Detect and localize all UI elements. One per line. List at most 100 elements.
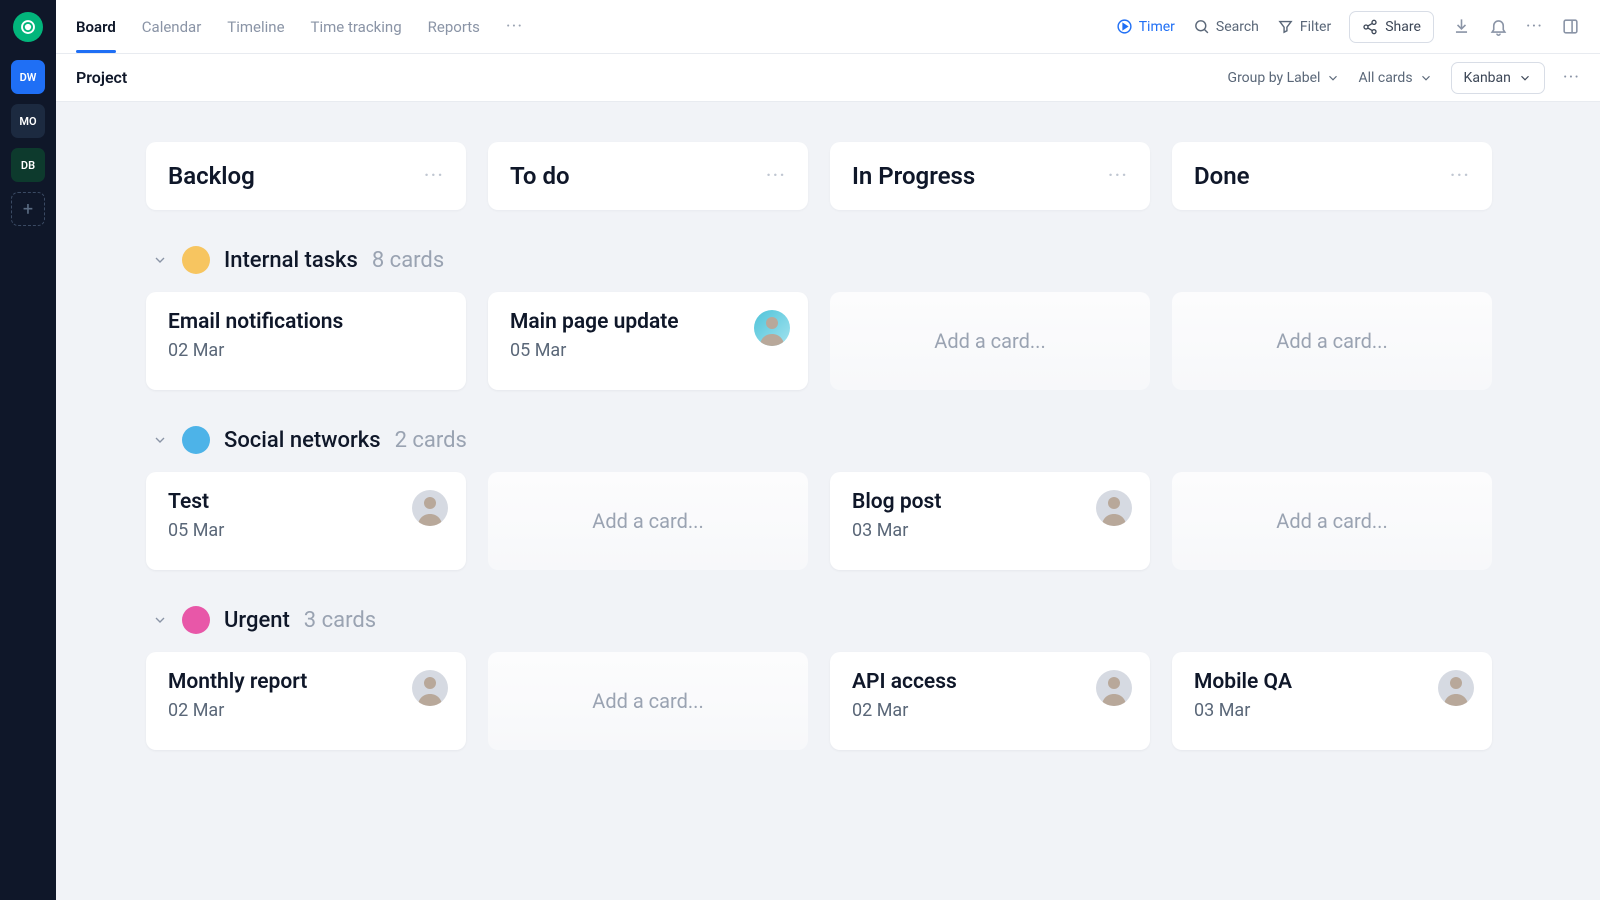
add-card-button[interactable]: Add a card...	[1172, 292, 1492, 390]
chevron-down-icon[interactable]	[152, 612, 168, 628]
group-color-dot	[182, 246, 210, 274]
view-select[interactable]: Kanban	[1451, 62, 1545, 94]
download-button[interactable]	[1452, 17, 1471, 36]
project-title[interactable]: Project	[76, 68, 127, 87]
assignee-avatar[interactable]	[1096, 490, 1132, 526]
panel-toggle-button[interactable]	[1561, 17, 1580, 36]
card[interactable]: Blog post 03 Mar	[830, 472, 1150, 570]
share-button[interactable]: Share	[1349, 11, 1434, 43]
app-logo[interactable]	[13, 12, 43, 42]
card[interactable]: Main page update 05 Mar	[488, 292, 808, 390]
bell-icon	[1489, 17, 1508, 36]
subbar-right: Group by Label All cards Kanban ···	[1228, 62, 1580, 94]
card-date: 02 Mar	[168, 340, 444, 361]
tab-calendar[interactable]: Calendar	[142, 1, 202, 53]
group-color-dot	[182, 606, 210, 634]
card-date: 05 Mar	[510, 340, 786, 361]
column-in-progress[interactable]: In Progress ···	[830, 142, 1150, 210]
timer-label: Timer	[1139, 19, 1175, 35]
search-button[interactable]: Search	[1193, 18, 1259, 35]
group-by-label: Group by Label	[1228, 70, 1321, 86]
chevron-down-icon	[1419, 71, 1433, 85]
download-icon	[1452, 17, 1471, 36]
assignee-avatar[interactable]	[1096, 670, 1132, 706]
chevron-down-icon	[1518, 71, 1532, 85]
card-row: Monthly report02 MarAdd a card...API acc…	[146, 652, 1510, 750]
workspace-dw[interactable]: DW	[11, 60, 45, 94]
column-done[interactable]: Done ···	[1172, 142, 1492, 210]
chevron-down-icon[interactable]	[152, 432, 168, 448]
play-circle-icon	[1116, 18, 1133, 35]
column-menu-icon[interactable]: ···	[766, 164, 786, 189]
card-row: Email notifications 02 Mar Main page updat…	[146, 292, 1510, 390]
tab-board[interactable]: Board	[76, 1, 116, 53]
column-title: In Progress	[852, 162, 975, 190]
notifications-button[interactable]	[1489, 17, 1508, 36]
chevron-down-icon	[1326, 71, 1340, 85]
column-menu-icon[interactable]: ···	[1108, 164, 1128, 189]
share-icon	[1362, 19, 1378, 35]
assignee-avatar[interactable]	[1438, 670, 1474, 706]
tabs-more-icon[interactable]: ···	[506, 16, 523, 37]
card-title: Email notifications	[168, 310, 444, 334]
share-label: Share	[1385, 19, 1421, 35]
group-header[interactable]: Internal tasks 8 cards	[146, 246, 1510, 274]
card-date: 03 Mar	[852, 520, 1128, 541]
view-tabs: Board Calendar Timeline Time tracking Re…	[76, 1, 523, 53]
group-count: 3 cards	[304, 608, 376, 633]
card-date: 02 Mar	[168, 700, 444, 721]
more-button[interactable]: ···	[1526, 16, 1543, 37]
filter-label: Filter	[1300, 19, 1331, 35]
card-date: 05 Mar	[168, 520, 444, 541]
card-row: Test05 MarAdd a card...Blog post03 MarAd…	[146, 472, 1510, 570]
group: Internal tasks 8 cards Email notifications…	[146, 246, 1510, 390]
group-name: Internal tasks	[224, 248, 358, 273]
search-label: Search	[1216, 19, 1259, 35]
column-backlog[interactable]: Backlog ···	[146, 142, 466, 210]
filter-button[interactable]: Filter	[1277, 18, 1331, 35]
add-card-button[interactable]: Add a card...	[488, 652, 808, 750]
dots-icon: ···	[1526, 16, 1543, 37]
column-menu-icon[interactable]: ···	[424, 164, 444, 189]
tab-reports[interactable]: Reports	[428, 1, 480, 53]
card-title: Blog post	[852, 490, 1128, 514]
column-title: Backlog	[168, 162, 255, 190]
chevron-down-icon[interactable]	[152, 252, 168, 268]
add-workspace-button[interactable]: +	[11, 192, 45, 226]
column-todo[interactable]: To do ···	[488, 142, 808, 210]
card-title: Mobile QA	[1194, 670, 1470, 694]
tab-time-tracking[interactable]: Time tracking	[311, 1, 402, 53]
workspace-db[interactable]: DB	[11, 148, 45, 182]
group-by-select[interactable]: Group by Label	[1228, 70, 1341, 86]
workspace-mo[interactable]: MO	[11, 104, 45, 138]
assignee-avatar[interactable]	[754, 310, 790, 346]
card[interactable]: API access02 Mar	[830, 652, 1150, 750]
card-title: API access	[852, 670, 1128, 694]
card-date: 03 Mar	[1194, 700, 1470, 721]
tab-timeline[interactable]: Timeline	[227, 1, 284, 53]
filter-icon	[1277, 18, 1294, 35]
cards-filter-select[interactable]: All cards	[1358, 70, 1432, 86]
card[interactable]: Mobile QA 03 Mar	[1172, 652, 1492, 750]
assignee-avatar[interactable]	[412, 490, 448, 526]
view-label: Kanban	[1464, 70, 1511, 86]
assignee-avatar[interactable]	[412, 670, 448, 706]
group-header[interactable]: Social networks2 cards	[146, 426, 1510, 454]
timer-button[interactable]: Timer	[1116, 18, 1175, 35]
card[interactable]: Email notifications 02 Mar	[146, 292, 466, 390]
add-card-button[interactable]: Add a card...	[1172, 472, 1492, 570]
add-card-button[interactable]: Add a card...	[830, 292, 1150, 390]
group-header[interactable]: Urgent3 cards	[146, 606, 1510, 634]
cards-filter-label: All cards	[1358, 70, 1412, 86]
subbar: Project Group by Label All cards Kanban …	[56, 54, 1600, 102]
card[interactable]: Test05 Mar	[146, 472, 466, 570]
card[interactable]: Monthly report 02 Mar	[146, 652, 466, 750]
card-title: Main page update	[510, 310, 786, 334]
column-menu-icon[interactable]: ···	[1450, 164, 1470, 189]
search-icon	[1193, 18, 1210, 35]
add-card-button[interactable]: Add a card...	[488, 472, 808, 570]
subbar-more-button[interactable]: ···	[1563, 67, 1580, 88]
group: Urgent3 cards Monthly report 02 Mar Add a c…	[146, 606, 1510, 750]
card-title: Monthly report	[168, 670, 444, 694]
group-count: 8 cards	[372, 248, 444, 273]
